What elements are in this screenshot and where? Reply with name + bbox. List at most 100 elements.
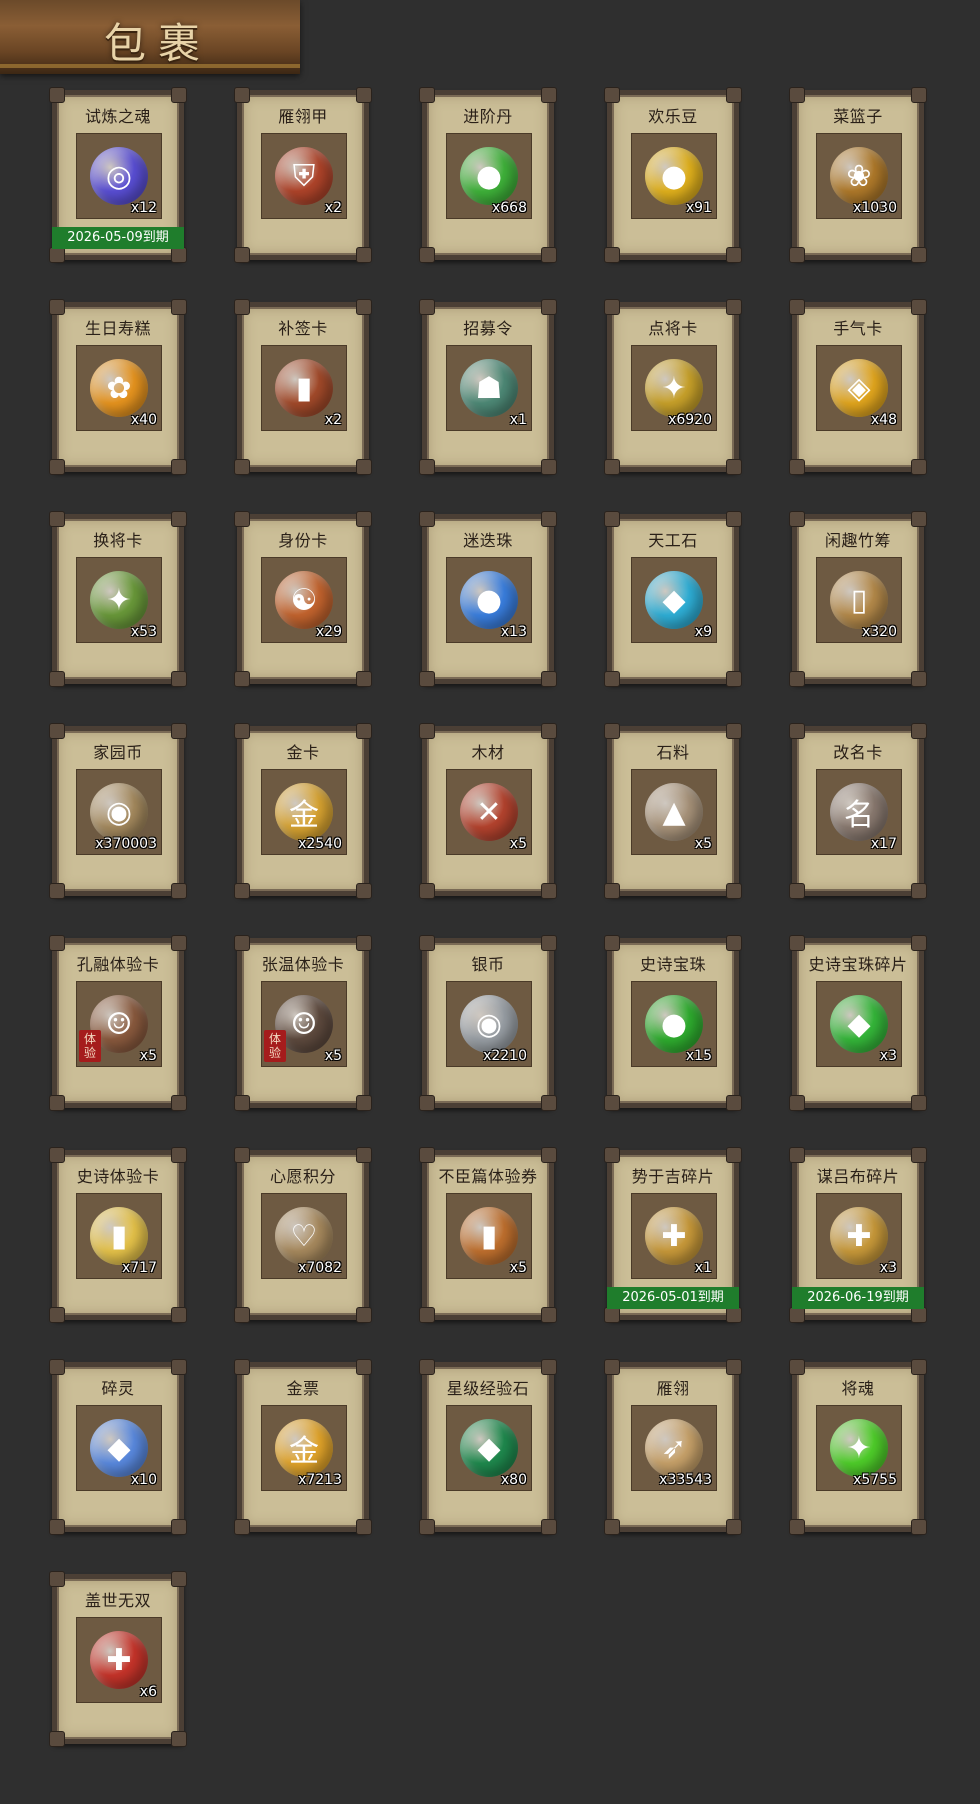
inventory-item-card[interactable]: 盖世无双 ✚ x6	[49, 1571, 187, 1747]
frame-corner	[911, 459, 927, 475]
inventory-item-card[interactable]: 心愿积分 ♡ x7082	[234, 1147, 372, 1323]
frame-corner	[541, 459, 557, 475]
inventory-item-card[interactable]: 生日寿糕 ✿ x40	[49, 299, 187, 475]
item-quantity: x717	[121, 1260, 157, 1276]
item-icon-frame: ● x91	[631, 133, 717, 219]
inventory-item-card[interactable]: 迷迭珠 ● x13	[419, 511, 557, 687]
item-quantity: x2210	[483, 1048, 527, 1064]
frame-corner	[171, 883, 187, 899]
inventory-item-card[interactable]: 改名卡名 x17	[789, 723, 927, 899]
frame-corner	[49, 459, 65, 475]
frame-corner	[419, 1519, 435, 1535]
item-name: 试炼之魂	[84, 107, 151, 126]
item-icon-frame: 名 x17	[816, 769, 902, 855]
trial-badge: 体验	[264, 1030, 286, 1062]
item-icon-frame: ➶ x33543	[631, 1405, 717, 1491]
crystal-shard-icon: ◆	[90, 1419, 148, 1477]
item-icon-frame: ◈ x48	[816, 345, 902, 431]
item-name: 木材	[471, 743, 505, 762]
item-icon-frame: ☯ x29	[261, 557, 347, 643]
frame-corner	[789, 671, 805, 687]
item-name: 史诗宝珠碎片	[808, 955, 908, 974]
item-quantity: x48	[870, 412, 897, 428]
inventory-item-card[interactable]: 金票金 x7213	[234, 1359, 372, 1535]
inventory-item-card[interactable]: 谋吕布碎片 ✚ x3 2026-06-19到期	[789, 1147, 927, 1323]
inventory-item-card[interactable]: 孔融体验卡 ☺ 体验 x5	[49, 935, 187, 1111]
gift-box-icon: ✚	[90, 1631, 148, 1689]
frame-corner	[49, 247, 65, 263]
inventory-item-card[interactable]: 欢乐豆 ● x91	[604, 87, 742, 263]
soul-crystal-icon: ✦	[830, 1419, 888, 1477]
item-name: 将魂	[841, 1379, 875, 1398]
pill-icon: ●	[460, 147, 518, 205]
inventory-item-card[interactable]: 碎灵 ◆ x10	[49, 1359, 187, 1535]
item-name: 势于吉碎片	[631, 1167, 715, 1186]
item-quantity: x5	[509, 836, 527, 852]
item-name: 补签卡	[278, 319, 328, 338]
inventory-item-card[interactable]: 点将卡 ✦ x6920	[604, 299, 742, 475]
inventory-item-card[interactable]: 闲趣竹筹 ▯ x320	[789, 511, 927, 687]
item-icon-frame: ☗ x1	[446, 345, 532, 431]
inventory-item-card[interactable]: 金卡金 x2540	[234, 723, 372, 899]
item-icon-frame: ✕ x5	[446, 769, 532, 855]
inventory-item-card[interactable]: 家园币 ◉ x370003	[49, 723, 187, 899]
item-quantity: x33543	[659, 1472, 712, 1488]
inventory-item-card[interactable]: 银币 ◉ x2210	[419, 935, 557, 1111]
cake-icon: ✿	[90, 359, 148, 417]
inventory-item-card[interactable]: 史诗体验卡 ▮ x717	[49, 1147, 187, 1323]
frame-corner	[419, 883, 435, 899]
item-icon-frame: ▲ x5	[631, 769, 717, 855]
inventory-item-card[interactable]: 雁翎甲 ⛨ x2	[234, 87, 372, 263]
inventory-item-card[interactable]: 试炼之魂 ◎ x12 2026-05-09到期	[49, 87, 187, 263]
inventory-item-card[interactable]: 换将卡 ✦ x53	[49, 511, 187, 687]
inventory-item-card[interactable]: 不臣篇体验券 ▮ x5	[419, 1147, 557, 1323]
inventory-item-card[interactable]: 雁翎 ➶ x33543	[604, 1359, 742, 1535]
item-quantity: x5755	[853, 1472, 897, 1488]
inventory-item-card[interactable]: 身份卡 ☯ x29	[234, 511, 372, 687]
item-name: 家园币	[93, 743, 143, 762]
item-icon-frame: ☺ 体验 x5	[76, 981, 162, 1067]
item-name: 雁翎	[656, 1379, 690, 1398]
item-quantity: x12	[130, 200, 157, 216]
item-name: 改名卡	[833, 743, 883, 762]
item-icon-frame: ● x13	[446, 557, 532, 643]
item-name: 史诗宝珠	[639, 955, 706, 974]
puzzle-shard-icon: ✚	[645, 1207, 703, 1265]
frame-corner	[171, 671, 187, 687]
item-icon-frame: ● x668	[446, 133, 532, 219]
recruit-token-icon: ☗	[460, 359, 518, 417]
inventory-item-card[interactable]: 补签卡 ▮ x2	[234, 299, 372, 475]
inventory-item-card[interactable]: 招募令 ☗ x1	[419, 299, 557, 475]
item-quantity: x1	[509, 412, 527, 428]
inventory-item-card[interactable]: 菜篮子 ❀ x1030	[789, 87, 927, 263]
inventory-item-card[interactable]: 星级经验石 ◆ x80	[419, 1359, 557, 1535]
frame-corner	[604, 1095, 620, 1111]
item-quantity: x29	[315, 624, 342, 640]
frame-corner	[911, 247, 927, 263]
inventory-item-card[interactable]: 手气卡 ◈ x48	[789, 299, 927, 475]
item-quantity: x2540	[298, 836, 342, 852]
frame-corner	[911, 671, 927, 687]
item-quantity: x7082	[298, 1260, 342, 1276]
item-name: 不臣篇体验券	[438, 1167, 538, 1186]
item-quantity: x5	[324, 1048, 342, 1064]
item-icon-frame: 金 x2540	[261, 769, 347, 855]
frame-corner	[789, 1519, 805, 1535]
inventory-item-card[interactable]: 史诗宝珠 ● x15	[604, 935, 742, 1111]
frame-corner	[419, 1095, 435, 1111]
inventory-item-card[interactable]: 将魂 ✦ x5755	[789, 1359, 927, 1535]
inventory-item-card[interactable]: 天工石 ◆ x9	[604, 511, 742, 687]
frame-corner	[789, 1307, 805, 1323]
frame-corner	[911, 1307, 927, 1323]
inventory-item-card[interactable]: 进阶丹 ● x668	[419, 87, 557, 263]
frame-corner	[356, 1307, 372, 1323]
inventory-item-card[interactable]: 史诗宝珠碎片 ◆ x3	[789, 935, 927, 1111]
green-orb-icon: ●	[645, 995, 703, 1053]
inventory-item-card[interactable]: 势于吉碎片 ✚ x1 2026-05-01到期	[604, 1147, 742, 1323]
inventory-item-card[interactable]: 石料 ▲ x5	[604, 723, 742, 899]
inventory-item-card[interactable]: 木材 ✕ x5	[419, 723, 557, 899]
item-name: 谋吕布碎片	[816, 1167, 900, 1186]
item-icon-frame: ◉ x370003	[76, 769, 162, 855]
inventory-item-card[interactable]: 张温体验卡 ☺ 体验 x5	[234, 935, 372, 1111]
item-name: 天工石	[648, 531, 698, 550]
